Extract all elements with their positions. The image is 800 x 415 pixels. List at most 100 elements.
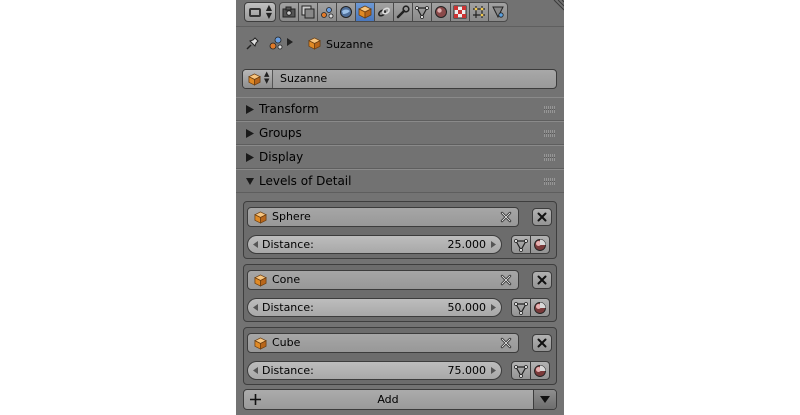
panel-label: Groups xyxy=(259,126,302,140)
panel-groups[interactable]: Groups xyxy=(236,121,564,145)
properties-editor: ▲ ▼ Suzanne ▲ ▼ Suzanne Transform Groups… xyxy=(236,0,564,415)
panel-transform[interactable]: Transform xyxy=(236,97,564,121)
remove-lod-button[interactable] xyxy=(532,208,552,226)
object-cube-icon xyxy=(254,274,267,287)
lod-object-name: Cube xyxy=(272,336,301,349)
updown-arrows-icon: ▲ ▼ xyxy=(264,70,270,85)
increment-arrow-icon[interactable] xyxy=(491,304,496,311)
use-mesh-toggle[interactable] xyxy=(511,361,531,380)
scene-icon xyxy=(321,7,334,19)
add-label: Add xyxy=(377,393,399,406)
mesh-data-icon xyxy=(514,364,528,378)
distance-field[interactable]: Distance: 75.000 xyxy=(247,361,502,380)
triangle-right-icon xyxy=(246,153,254,162)
close-icon xyxy=(536,274,548,286)
distance-field[interactable]: Distance: 25.000 xyxy=(247,235,502,254)
tab-world[interactable] xyxy=(336,2,356,22)
lod-level: Cone Distance: 50.000 xyxy=(243,264,557,322)
object-cube-icon xyxy=(308,37,321,50)
pin-icon[interactable] xyxy=(244,36,260,52)
properties-header: ▲ ▼ xyxy=(236,0,564,27)
clear-icon[interactable] xyxy=(499,336,513,350)
distance-value: 75.000 xyxy=(447,364,487,377)
panel-display[interactable]: Display xyxy=(236,145,564,169)
tab-render-layers[interactable] xyxy=(298,2,318,22)
use-mesh-toggle[interactable] xyxy=(511,235,531,254)
drag-grip-icon[interactable] xyxy=(544,154,556,161)
material-icon xyxy=(533,364,547,378)
distance-label: Distance: xyxy=(262,238,314,251)
area-corner-handle[interactable] xyxy=(550,0,564,14)
clear-icon[interactable] xyxy=(499,273,513,287)
tab-render[interactable] xyxy=(279,2,299,22)
object-cube-icon xyxy=(358,5,372,19)
use-material-toggle[interactable] xyxy=(530,361,550,380)
decrement-arrow-icon[interactable] xyxy=(253,367,258,374)
triangle-right-icon xyxy=(246,105,254,114)
clear-icon[interactable] xyxy=(499,210,513,224)
tab-scene[interactable] xyxy=(317,2,337,22)
panel-label: Levels of Detail xyxy=(259,174,352,188)
object-name-field[interactable]: ▲ ▼ Suzanne xyxy=(242,69,557,89)
decrement-arrow-icon[interactable] xyxy=(253,241,258,248)
remove-lod-button[interactable] xyxy=(532,334,552,352)
tab-object[interactable] xyxy=(355,2,375,22)
updown-arrows-icon: ▲ ▼ xyxy=(265,3,272,20)
world-icon xyxy=(340,6,352,18)
add-dropdown-button[interactable] xyxy=(533,390,556,409)
increment-arrow-icon[interactable] xyxy=(491,367,496,374)
physics-icon xyxy=(492,6,504,19)
context-tabs xyxy=(279,2,508,22)
object-cube-icon xyxy=(254,337,267,350)
lod-object-field[interactable]: Sphere xyxy=(247,207,519,227)
close-icon xyxy=(536,337,548,349)
use-material-toggle[interactable] xyxy=(530,235,550,254)
chevron-down-icon xyxy=(540,396,550,403)
object-cube-icon xyxy=(248,73,261,86)
editor-type-menu[interactable]: ▲ ▼ xyxy=(244,2,276,22)
lod-object-field[interactable]: Cube xyxy=(247,333,519,353)
drag-grip-icon[interactable] xyxy=(544,130,556,137)
use-material-toggle[interactable] xyxy=(530,298,550,317)
drag-grip-icon[interactable] xyxy=(544,178,556,185)
lod-object-field[interactable]: Cone xyxy=(247,270,519,290)
panel-levels-of-detail[interactable]: Levels of Detail xyxy=(236,169,564,193)
texture-icon xyxy=(453,5,467,19)
tab-data[interactable] xyxy=(412,2,432,22)
distance-value: 50.000 xyxy=(447,301,487,314)
material-icon xyxy=(533,238,547,252)
panel-label: Transform xyxy=(259,102,319,116)
particles-icon xyxy=(473,6,485,18)
material-icon xyxy=(435,6,447,18)
decrement-arrow-icon[interactable] xyxy=(253,304,258,311)
wrench-icon xyxy=(396,5,410,19)
increment-arrow-icon[interactable] xyxy=(491,241,496,248)
object-browse-button[interactable]: ▲ ▼ xyxy=(243,70,273,88)
distance-label: Distance: xyxy=(262,364,314,377)
tab-modifiers[interactable] xyxy=(393,2,413,22)
tab-texture[interactable] xyxy=(450,2,470,22)
tab-material[interactable] xyxy=(431,2,451,22)
lod-level: Sphere Distance: 25.000 xyxy=(243,201,557,259)
add-lod-button[interactable]: Add xyxy=(243,389,557,410)
tab-constraints[interactable] xyxy=(374,2,394,22)
remove-lod-button[interactable] xyxy=(532,271,552,289)
scene-icon xyxy=(269,36,283,50)
context-object-label: Suzanne xyxy=(326,38,374,51)
chevron-right-icon xyxy=(287,38,293,46)
distance-field[interactable]: Distance: 50.000 xyxy=(247,298,502,317)
object-name-value: Suzanne xyxy=(280,72,328,85)
drag-grip-icon[interactable] xyxy=(544,106,556,113)
panel-label: Display xyxy=(259,150,304,164)
tab-particles[interactable] xyxy=(469,2,489,22)
material-icon xyxy=(533,301,547,315)
mesh-data-icon xyxy=(514,238,528,252)
mesh-data-icon xyxy=(514,301,528,315)
distance-label: Distance: xyxy=(262,301,314,314)
tab-physics[interactable] xyxy=(488,2,508,22)
lod-level: Cube Distance: 75.000 xyxy=(243,327,557,385)
constraints-icon xyxy=(378,7,390,17)
render-layers-icon xyxy=(301,5,315,19)
use-mesh-toggle[interactable] xyxy=(511,298,531,317)
camera-icon xyxy=(282,6,296,18)
